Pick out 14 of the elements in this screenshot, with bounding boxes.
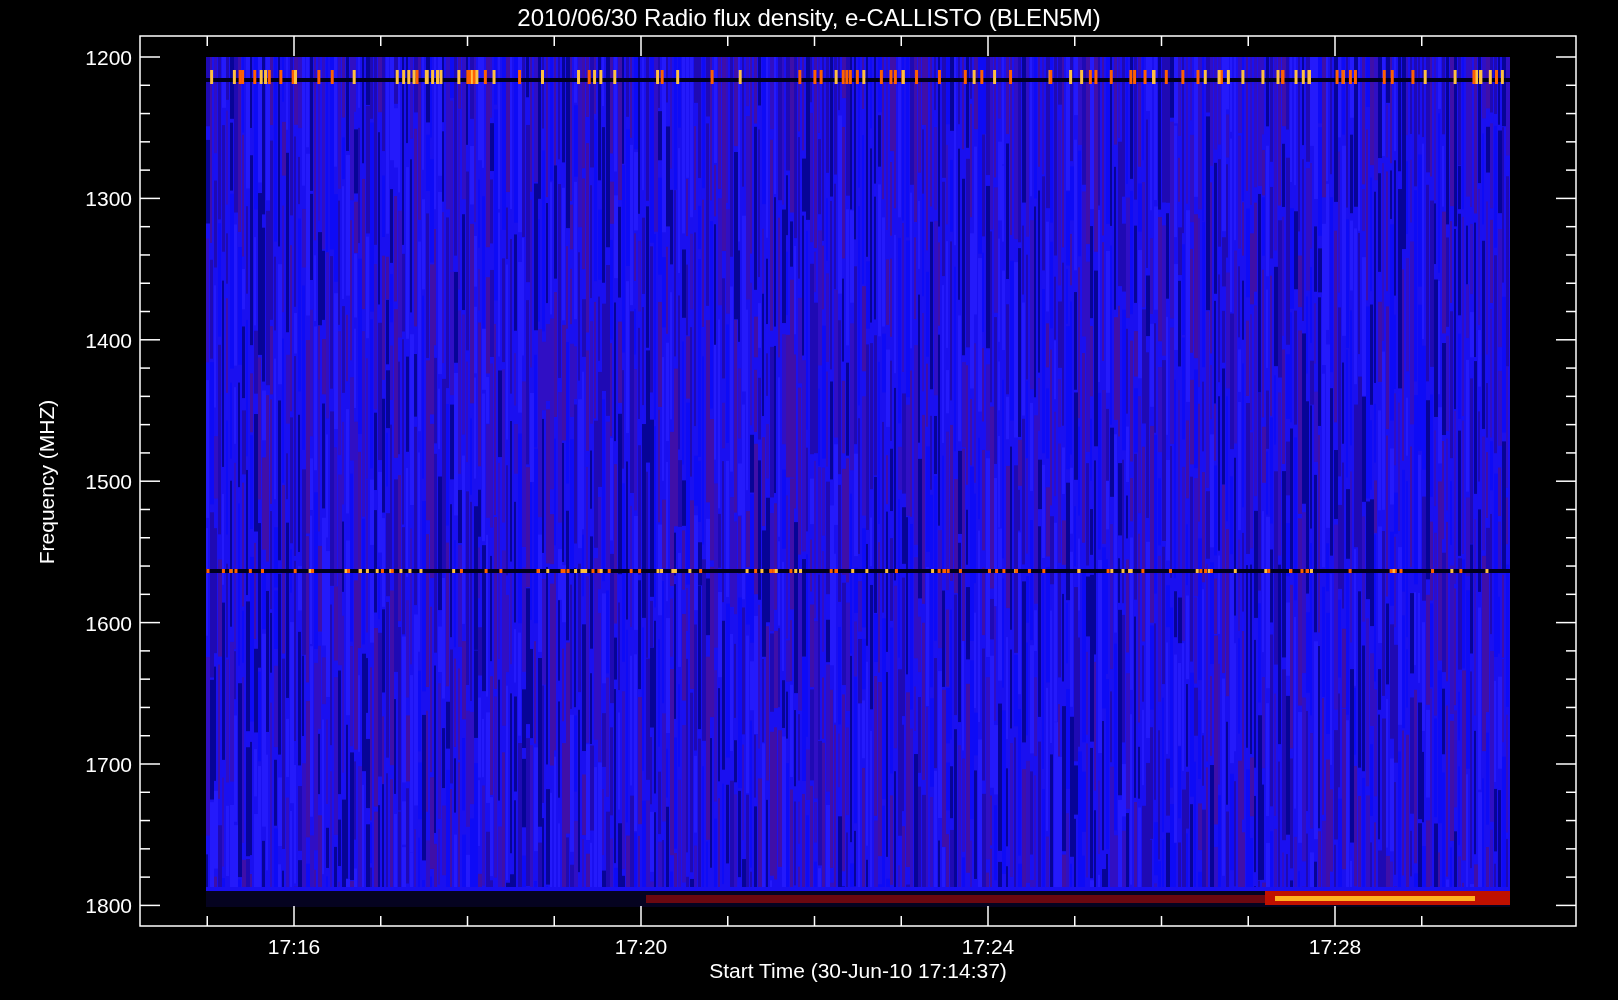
axis-tick-label: 17:24 (961, 935, 1015, 958)
axis-tick-label: 17:16 (267, 935, 321, 958)
axis-label: Frequency (MHZ) (35, 399, 58, 565)
axis-tick-label: 17:28 (1308, 935, 1362, 958)
chart-title: 2010/06/30 Radio flux density, e-CALLISTO (BLEN5M) (517, 4, 1101, 31)
axis-tick-label: 1800 (85, 894, 132, 918)
axis-tick-label: 1300 (85, 187, 132, 211)
axis-tick-label: 1500 (85, 470, 132, 494)
axis-tick-label: 1600 (85, 611, 132, 635)
axis-tick-label: 1400 (85, 328, 132, 352)
axis-tick-label: 17:20 (614, 935, 668, 958)
axis-tick-label: 1700 (85, 753, 132, 776)
axis-label: Start Time (30-Jun-10 17:14:37) (709, 959, 1007, 982)
axis-tick-label: 1200 (85, 46, 132, 69)
